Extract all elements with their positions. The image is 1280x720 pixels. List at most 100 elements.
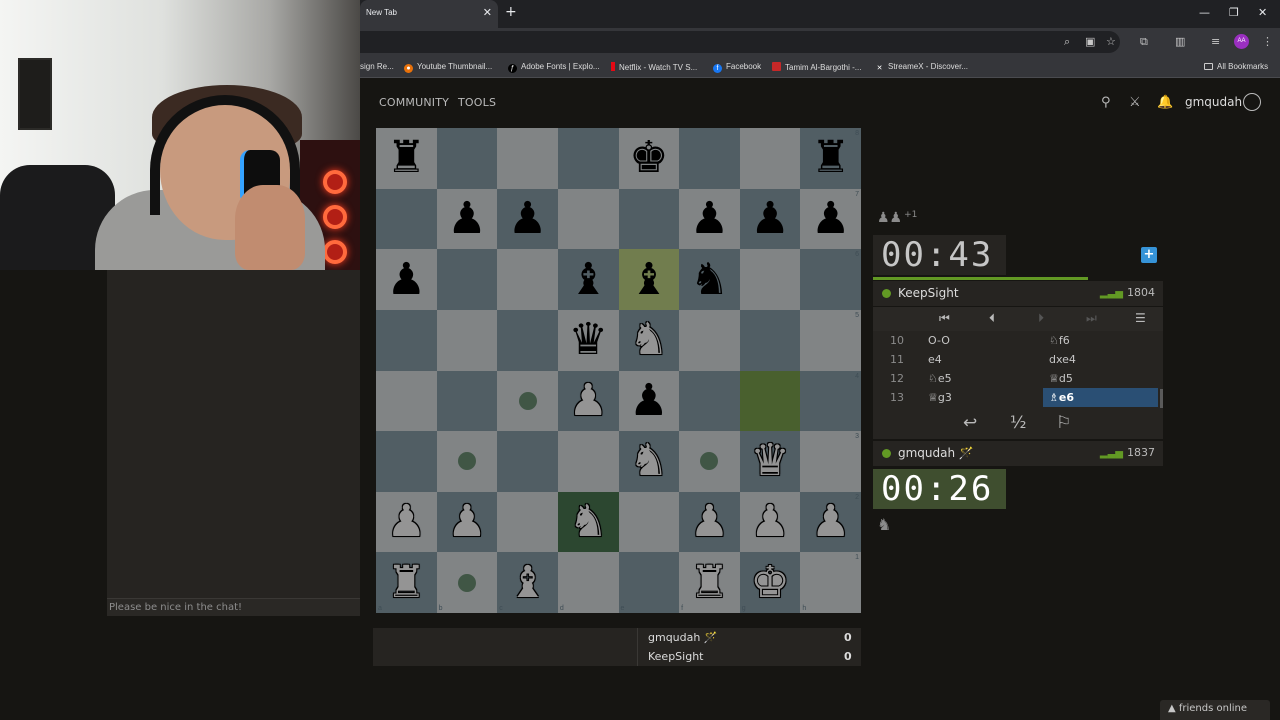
- black-pawn[interactable]: ♟: [811, 196, 850, 241]
- square-a3[interactable]: [376, 431, 437, 492]
- nav-community[interactable]: COMMUNITY: [379, 96, 449, 109]
- square-h4[interactable]: 4: [800, 370, 861, 432]
- square-d2[interactable]: ♞: [557, 491, 619, 553]
- square-h1[interactable]: 1h: [800, 552, 861, 613]
- square-b5[interactable]: [436, 309, 498, 371]
- offer-draw-button[interactable]: ½: [1010, 413, 1026, 433]
- square-f3[interactable]: [679, 431, 740, 492]
- square-f5[interactable]: [679, 309, 740, 371]
- move-hint-dot[interactable]: [518, 391, 537, 410]
- square-e1[interactable]: e: [618, 552, 680, 613]
- square-b6[interactable]: [436, 249, 498, 310]
- media-icon[interactable]: ≡: [1211, 35, 1220, 48]
- bookmark-item[interactable]: Netflix - Watch TV S...: [611, 62, 697, 72]
- square-c6[interactable]: [497, 249, 558, 310]
- square-g7[interactable]: ♟: [739, 188, 801, 250]
- move-white[interactable]: e4: [928, 353, 942, 366]
- address-bar[interactable]: [360, 31, 1120, 53]
- user-icon[interactable]: [1243, 93, 1261, 111]
- white-bishop[interactable]: ♝: [508, 560, 547, 605]
- bookmark-item[interactable]: f Facebook: [713, 62, 761, 73]
- move-hint-dot[interactable]: [457, 573, 476, 592]
- square-h6[interactable]: 6: [800, 249, 861, 310]
- white-pawn[interactable]: ♟: [447, 500, 486, 544]
- square-e4[interactable]: ♟: [618, 370, 680, 432]
- square-f6[interactable]: ♞: [679, 249, 740, 310]
- black-pawn[interactable]: ♟: [750, 196, 789, 241]
- square-d4[interactable]: ♟: [557, 370, 619, 432]
- square-a7[interactable]: [376, 188, 437, 250]
- player-name[interactable]: gmqudah 🪄: [898, 446, 974, 460]
- square-b1[interactable]: b: [436, 552, 498, 613]
- square-f7[interactable]: ♟: [679, 188, 740, 250]
- move-list-scrollbar[interactable]: [1160, 389, 1163, 408]
- square-c3[interactable]: [497, 431, 558, 492]
- white-pawn[interactable]: ♟: [690, 500, 729, 544]
- square-b7[interactable]: ♟: [436, 188, 498, 250]
- white-king[interactable]: ♚: [750, 560, 789, 605]
- last-move-icon[interactable]: ⏭: [1086, 311, 1097, 326]
- move-black[interactable]: dxe4: [1049, 353, 1076, 366]
- white-pawn[interactable]: ♟: [811, 500, 850, 544]
- square-g3[interactable]: ♛: [739, 431, 801, 492]
- bookmark-item[interactable]: ✕ StreameX - Discover...: [875, 62, 968, 73]
- square-a5[interactable]: [376, 309, 437, 371]
- add-time-button[interactable]: +: [1141, 247, 1157, 263]
- white-knight[interactable]: ♞: [568, 500, 607, 544]
- white-knight[interactable]: ♞: [629, 439, 668, 483]
- move-white[interactable]: ♕g3: [928, 391, 952, 404]
- user-menu[interactable]: gmqudah: [1185, 95, 1242, 109]
- crosstable-player[interactable]: gmqudah 🪄: [648, 631, 718, 644]
- move-hint-dot[interactable]: [700, 452, 719, 471]
- square-b3[interactable]: [436, 431, 498, 492]
- first-move-icon[interactable]: ⏮: [939, 311, 950, 326]
- square-a2[interactable]: ♟: [376, 491, 437, 553]
- bookmark-item[interactable]: ƒ Adobe Fonts | Explo...: [508, 62, 600, 73]
- square-d1[interactable]: d: [557, 552, 619, 613]
- white-pawn[interactable]: ♟: [568, 378, 607, 423]
- square-a8[interactable]: ♜: [376, 128, 437, 189]
- prev-move-icon[interactable]: ⏴: [989, 311, 995, 326]
- black-pawn[interactable]: ♟: [447, 196, 486, 241]
- square-e2[interactable]: [618, 491, 680, 553]
- window-close-icon[interactable]: ✕: [1258, 6, 1267, 19]
- square-c4[interactable]: [497, 370, 558, 432]
- square-g8[interactable]: [739, 128, 801, 189]
- extensions-icon[interactable]: ⧉: [1140, 35, 1148, 49]
- search-icon[interactable]: ⚲: [1101, 95, 1111, 110]
- square-h7[interactable]: ♟ 7: [800, 188, 861, 250]
- black-rook[interactable]: ♜: [811, 136, 850, 180]
- all-bookmarks[interactable]: All Bookmarks: [1204, 62, 1268, 71]
- next-move-icon[interactable]: ⏵: [1038, 311, 1044, 326]
- square-g1[interactable]: ♚ g: [739, 552, 801, 613]
- swords-icon[interactable]: ⚔: [1129, 95, 1141, 110]
- square-f4[interactable]: [679, 370, 740, 432]
- square-a4[interactable]: [376, 370, 437, 432]
- new-tab-icon[interactable]: +: [505, 4, 517, 20]
- square-h3[interactable]: 3: [800, 431, 861, 492]
- square-h5[interactable]: 5: [800, 309, 861, 371]
- star-icon[interactable]: ☆: [1106, 35, 1116, 48]
- menu-icon[interactable]: ⋮: [1262, 35, 1273, 48]
- square-c2[interactable]: [497, 491, 558, 553]
- black-bishop[interactable]: ♝: [629, 257, 668, 302]
- close-icon[interactable]: ✕: [483, 6, 492, 19]
- black-pawn[interactable]: ♟: [690, 196, 729, 241]
- screen-icon[interactable]: ▣: [1085, 35, 1095, 48]
- square-f1[interactable]: ♜ f: [679, 552, 740, 613]
- black-pawn[interactable]: ♟: [387, 257, 426, 302]
- nav-tools[interactable]: TOOLS: [458, 96, 496, 109]
- square-e8[interactable]: ♚: [618, 128, 680, 189]
- black-pawn[interactable]: ♟: [508, 196, 547, 241]
- square-d6[interactable]: ♝: [557, 249, 619, 310]
- black-king[interactable]: ♚: [629, 136, 668, 180]
- opponent-name[interactable]: KeepSight: [898, 286, 959, 300]
- bookmark-item[interactable]: ● Youtube Thumbnail...: [404, 62, 492, 73]
- square-c8[interactable]: [497, 128, 558, 189]
- square-e7[interactable]: [618, 188, 680, 250]
- black-knight[interactable]: ♞: [690, 257, 729, 302]
- square-f2[interactable]: ♟: [679, 491, 740, 553]
- takeback-icon[interactable]: ↩: [963, 413, 977, 433]
- square-e6[interactable]: ♝: [618, 249, 680, 310]
- square-b4[interactable]: [436, 370, 498, 432]
